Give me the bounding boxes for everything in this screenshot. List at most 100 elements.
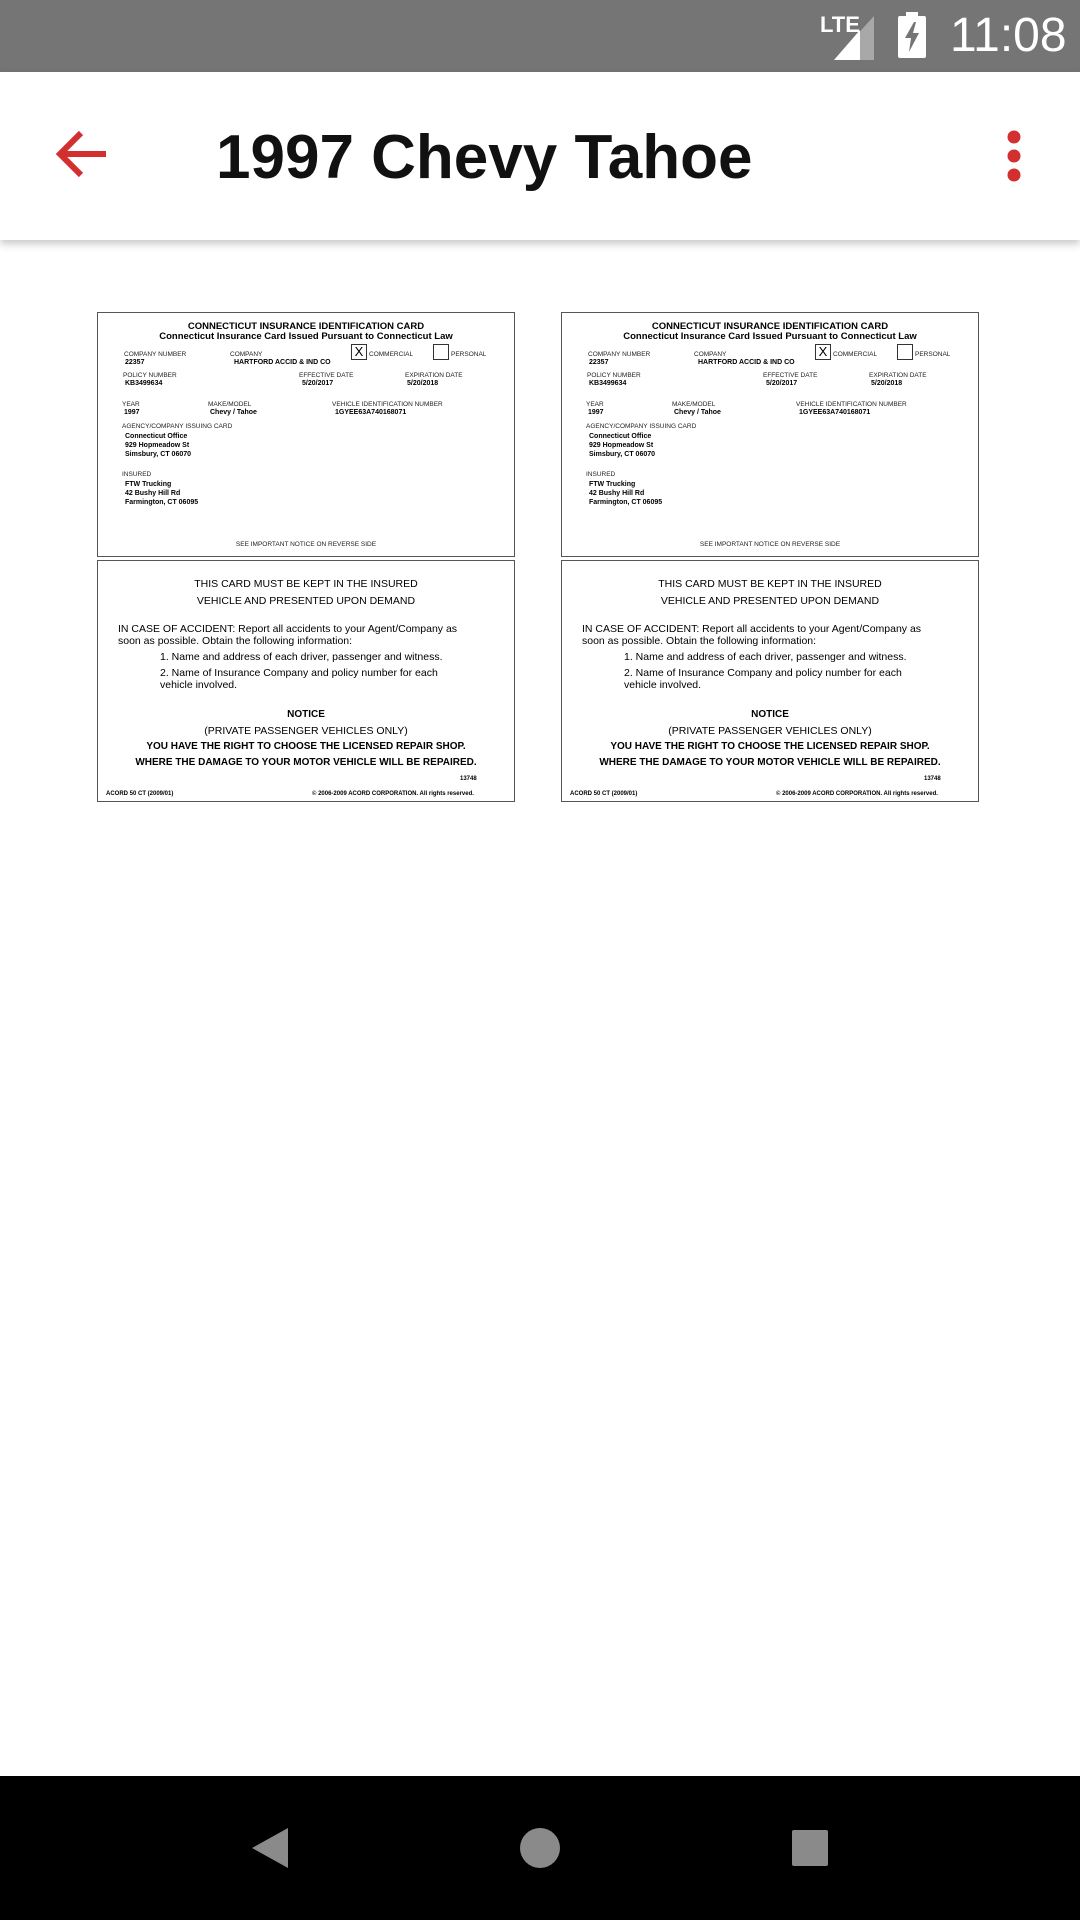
home-circle-icon <box>520 1828 560 1868</box>
policy-number-value: KB3499634 <box>589 380 627 387</box>
keep-card-line-1: THIS CARD MUST BE KEPT IN THE INSURED <box>658 578 882 590</box>
notice-title: NOTICE <box>287 709 325 720</box>
personal-label: PERSONAL <box>915 351 951 358</box>
insured-line-3: Farmington, CT 06095 <box>125 499 199 506</box>
personal-label: PERSONAL <box>451 351 487 358</box>
card-front: CONNECTICUT INSURANCE IDENTIFICATION CAR… <box>561 312 979 557</box>
personal-checkbox <box>433 344 449 360</box>
accident-line-1: IN CASE OF ACCIDENT: Report all accident… <box>118 623 458 635</box>
expiration-date-label: EXPIRATION DATE <box>869 372 927 379</box>
year-value: 1997 <box>124 409 140 416</box>
insured-line-2: 42 Bushy Hill Rd <box>125 490 181 497</box>
back-button[interactable] <box>50 122 114 186</box>
year-label: YEAR <box>122 401 140 408</box>
form-id: ACORD 50 CT (2009/01) <box>106 791 174 797</box>
accident-line-2: soon as possible. Obtain the following i… <box>582 635 817 647</box>
card-subheading: Connecticut Insurance Card Issued Pursua… <box>159 331 453 342</box>
company-label: COMPANY <box>694 351 727 358</box>
form-code: 13748 <box>460 776 477 782</box>
effective-date-value: 5/20/2017 <box>766 380 798 387</box>
effective-date-label: EFFECTIVE DATE <box>299 372 354 379</box>
agency-line-1: Connecticut Office <box>125 433 188 440</box>
year-value: 1997 <box>588 409 604 416</box>
notice-line-2: WHERE THE DAMAGE TO YOUR MOTOR VEHICLE W… <box>135 757 477 768</box>
nav-back-button[interactable] <box>238 1816 302 1880</box>
card-back: THIS CARD MUST BE KEPT IN THE INSURED VE… <box>97 560 515 802</box>
recents-square-icon <box>792 1830 828 1866</box>
nav-recents-button[interactable] <box>778 1816 842 1880</box>
insured-line-3: Farmington, CT 06095 <box>589 499 663 506</box>
company-number-value: 22357 <box>125 359 145 366</box>
commercial-label: COMMERCIAL <box>369 351 414 358</box>
agency-line-2: 929 Hopmeadow St <box>125 442 190 449</box>
reverse-side-notice: SEE IMPORTANT NOTICE ON REVERSE SIDE <box>699 541 841 548</box>
card-front: CONNECTICUT INSURANCE IDENTIFICATION CAR… <box>97 312 515 557</box>
agency-line-3: Simsbury, CT 06070 <box>589 451 656 458</box>
expiration-date-label: EXPIRATION DATE <box>405 372 463 379</box>
insurance-card-image[interactable]: CONNECTICUT INSURANCE IDENTIFICATION CAR… <box>97 312 515 802</box>
agency-line-1: Connecticut Office <box>589 433 652 440</box>
notice-title: NOTICE <box>751 709 789 720</box>
notice-subtitle: (PRIVATE PASSENGER VEHICLES ONLY) <box>204 725 408 737</box>
notice-subtitle: (PRIVATE PASSENGER VEHICLES ONLY) <box>668 725 872 737</box>
policy-number-label: POLICY NUMBER <box>123 372 177 379</box>
commercial-checkbox: X <box>815 344 831 360</box>
year-label: YEAR <box>586 401 604 408</box>
insured-label: INSURED <box>586 471 616 478</box>
effective-date-value: 5/20/2017 <box>302 380 334 387</box>
copyright: © 2006-2009 ACORD CORPORATION. All right… <box>312 791 474 797</box>
agency-label: AGENCY/COMPANY ISSUING CARD <box>122 423 233 430</box>
card-subheading: Connecticut Insurance Card Issued Pursua… <box>623 331 917 342</box>
keep-card-line-1: THIS CARD MUST BE KEPT IN THE INSURED <box>194 578 418 590</box>
more-vert-icon <box>1007 130 1021 182</box>
insured-line-1: FTW Trucking <box>589 481 636 488</box>
accident-item-1: 1. Name and address of each driver, pass… <box>624 651 907 663</box>
commercial-checkbox: X <box>351 344 367 360</box>
company-label: COMPANY <box>230 351 263 358</box>
notice-line-1: YOU HAVE THE RIGHT TO CHOOSE THE LICENSE… <box>610 741 930 752</box>
accident-item-2b: vehicle involved. <box>624 679 702 691</box>
policy-number-value: KB3499634 <box>125 380 163 387</box>
accident-line-2: soon as possible. Obtain the following i… <box>118 635 353 647</box>
make-model-value: Chevy / Tahoe <box>210 409 257 416</box>
agency-line-2: 929 Hopmeadow St <box>589 442 654 449</box>
insurance-card-image[interactable]: CONNECTICUT INSURANCE IDENTIFICATION CAR… <box>561 312 979 802</box>
expiration-date-value: 5/20/2018 <box>871 380 903 387</box>
agency-line-3: Simsbury, CT 06070 <box>125 451 192 458</box>
clock: 11:08 <box>950 9 1067 62</box>
company-value: HARTFORD ACCID & IND CO <box>698 359 795 366</box>
nav-home-button[interactable] <box>508 1816 572 1880</box>
company-number-value: 22357 <box>589 359 609 366</box>
system-navigation-bar <box>0 1776 1080 1920</box>
app-bar: 1997 Chevy Tahoe <box>0 72 1080 240</box>
notice-line-1: YOU HAVE THE RIGHT TO CHOOSE THE LICENSE… <box>146 741 466 752</box>
copyright: © 2006-2009 ACORD CORPORATION. All right… <box>776 791 938 797</box>
insured-line-1: FTW Trucking <box>125 481 172 488</box>
make-model-value: Chevy / Tahoe <box>674 409 721 416</box>
accident-item-2a: 2. Name of Insurance Company and policy … <box>624 667 902 679</box>
battery-charging-icon <box>898 12 926 58</box>
vin-value: 1GYEE63A740168071 <box>799 409 871 416</box>
accident-line-1: IN CASE OF ACCIDENT: Report all accident… <box>582 623 922 635</box>
status-bar: LTE 11:08 <box>0 0 1080 72</box>
arrow-left-icon <box>55 130 106 178</box>
back-triangle-icon <box>252 1828 288 1868</box>
expiration-date-value: 5/20/2018 <box>407 380 439 387</box>
accident-item-2a: 2. Name of Insurance Company and policy … <box>160 667 438 679</box>
commercial-label: COMMERCIAL <box>833 351 878 358</box>
make-model-label: MAKE/MODEL <box>672 401 716 408</box>
insured-label: INSURED <box>122 471 152 478</box>
form-id: ACORD 50 CT (2009/01) <box>570 791 638 797</box>
overflow-menu-button[interactable] <box>990 127 1038 185</box>
make-model-label: MAKE/MODEL <box>208 401 252 408</box>
agency-label: AGENCY/COMPANY ISSUING CARD <box>586 423 697 430</box>
signal-icon <box>834 16 874 60</box>
notice-line-2: WHERE THE DAMAGE TO YOUR MOTOR VEHICLE W… <box>599 757 941 768</box>
form-code: 13748 <box>924 776 941 782</box>
personal-checkbox <box>897 344 913 360</box>
vin-label: VEHICLE IDENTIFICATION NUMBER <box>796 401 907 408</box>
keep-card-line-2: VEHICLE AND PRESENTED UPON DEMAND <box>196 595 416 607</box>
insured-line-2: 42 Bushy Hill Rd <box>589 490 645 497</box>
card-back: THIS CARD MUST BE KEPT IN THE INSURED VE… <box>561 560 979 802</box>
effective-date-label: EFFECTIVE DATE <box>763 372 818 379</box>
